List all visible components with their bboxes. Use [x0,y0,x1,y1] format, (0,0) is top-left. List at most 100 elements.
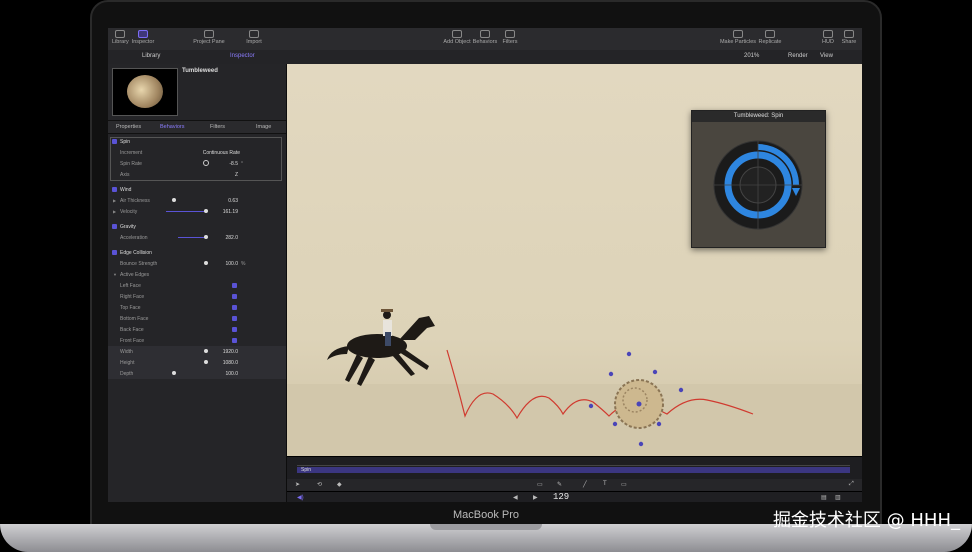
select-tool-icon[interactable]: ➤ [295,481,300,488]
behaviors-icon [480,30,490,38]
tumbleweed-thumbnail [127,75,163,108]
wind-header[interactable]: Wind [108,184,286,195]
watermark-text: 掘金技术社区 @ HHH_ [772,510,960,531]
disclosure-triangle-icon[interactable]: ▶ [113,209,116,214]
hud-icon [823,30,833,38]
effects-tool-icon[interactable]: ▭ [621,481,627,488]
disclosure-triangle-icon[interactable]: ▶ [113,198,116,203]
main-toolbar: Library Inspector Project Pane Import Ad… [108,28,862,51]
view-bar: Library Inspector 201% Render View [108,50,862,65]
import-icon [249,30,259,38]
bezier-tool-icon[interactable]: ✎ [557,481,562,488]
behavior-parameters: Spin Increment Continuous Rate Spin Rate -… [108,136,286,379]
laptop-notch [430,524,542,530]
shape-tool-icon[interactable]: ◆ [337,481,342,488]
play-backward-icon[interactable]: ◀ [513,494,518,501]
bottom-face-checkbox[interactable] [232,316,237,321]
bounce-strength-row: Bounce Strength 100.0% [120,261,246,267]
inspector-tabs: Properties Behaviors Filters Image [108,120,286,134]
tab-inspector[interactable]: Inspector [230,53,255,59]
render-menu[interactable]: Render [788,53,808,59]
horse-and-rider [327,309,435,386]
front-face-checkbox[interactable] [232,338,237,343]
tab-properties[interactable]: Properties [116,124,141,130]
left-face-row: Left Face [108,280,286,291]
front-face-row: Front Face [108,335,286,346]
audio-icon[interactable]: ◀) [297,494,304,501]
tab-filters[interactable]: Filters [210,124,225,130]
spin-timeline-bar[interactable]: Spin [297,467,850,473]
view-menu[interactable]: View [820,53,833,59]
play-icon[interactable]: ▶ [533,494,538,501]
spin-rate-value[interactable]: -8.5 [208,161,238,167]
spin-enable-checkbox[interactable] [112,139,117,144]
keyframe-icon[interactable]: ▥ [835,494,841,501]
library-icon [115,30,125,38]
line-tool-icon[interactable]: ╱ [583,481,587,488]
velocity-row: ▶ Velocity 161.19 [113,209,238,215]
increment-popup[interactable]: Continuous Rate [188,150,240,156]
axis-popup[interactable]: Z [208,172,238,178]
expand-icon[interactable]: ⤢ [849,481,854,488]
width-row: Width 1920.0 [108,346,286,357]
canvas-viewer[interactable]: Tumbleweed: Spin [287,64,862,456]
pan-tool-icon[interactable]: ⟲ [317,481,322,488]
hud-button[interactable]: HUD [820,30,836,45]
disclosure-triangle-open-icon[interactable]: ▼ [113,272,117,277]
top-face-row: Top Face [108,302,286,313]
text-tool-icon[interactable]: T [603,481,607,487]
edge-collision-header[interactable]: Edge Collision [108,247,286,258]
bottom-face-row: Bottom Face [108,313,286,324]
hud-title: Tumbleweed: Spin [692,111,825,122]
depth-slider[interactable] [172,371,176,375]
inspector-button[interactable]: Inspector [130,30,156,45]
add-object-button[interactable]: Add Object [442,30,472,45]
tab-behaviors[interactable]: Behaviors [160,124,184,130]
library-button[interactable]: Library [112,30,129,45]
zoom-menu[interactable]: 201% [744,53,759,59]
transport-bar: ◀) ◀ ▶ 129 ▤ ▥ [287,491,862,502]
acceleration-slider[interactable] [178,237,206,238]
back-face-row: Back Face [108,324,286,335]
replicate-button[interactable]: Replicate [756,30,784,45]
import-button[interactable]: Import [244,30,264,45]
behaviors-button[interactable]: Behaviors [472,30,498,45]
top-face-checkbox[interactable] [232,305,237,310]
back-face-checkbox[interactable] [232,327,237,332]
axis-row: Axis Z [120,172,238,178]
depth-row: Depth 100.0 [108,368,286,379]
inspector-panel: Tumbleweed Properties Behaviors Filters … [108,64,287,502]
tab-image[interactable]: Image [256,124,271,130]
mask-tool-icon[interactable]: ▭ [537,481,543,488]
wind-enable-checkbox[interactable] [112,187,117,192]
timeline-ruler[interactable] [297,459,850,466]
tab-library[interactable]: Library [142,53,160,59]
left-face-checkbox[interactable] [232,283,237,288]
spin-hud[interactable]: Tumbleweed: Spin [691,110,826,248]
gravity-header[interactable]: Gravity [108,221,286,232]
share-button[interactable]: Share [840,30,858,45]
spin-dial-control[interactable] [692,122,825,247]
edge-collision-enable-checkbox[interactable] [112,250,117,255]
right-face-checkbox[interactable] [232,294,237,299]
gravity-enable-checkbox[interactable] [112,224,117,229]
filters-button[interactable]: Filters [500,30,520,45]
right-face-row: Right Face [108,291,286,302]
filters-icon [505,30,515,38]
share-icon [844,30,854,38]
add-object-icon [452,30,462,38]
air-thickness-slider[interactable] [172,198,176,202]
make-particles-button[interactable]: Make Particles [718,30,758,45]
make-particles-icon [733,30,743,38]
spin-header[interactable]: Spin [108,136,286,147]
project-pane-button[interactable]: Project Pane [192,30,226,45]
active-edges-row[interactable]: ▼ Active Edges [108,269,286,280]
timeline-layout-icon[interactable]: ▤ [821,494,827,501]
acceleration-row: Acceleration 282.0 [120,235,238,241]
timeline-pane: Spin ➤ ⟲ ◆ ▭ ✎ ╱ T ▭ ⤢ ◀) ◀ ▶ 129 ▤ ▥ [287,456,862,502]
canvas-tools-bar: ➤ ⟲ ◆ ▭ ✎ ╱ T ▭ ⤢ [287,479,862,491]
velocity-slider[interactable] [166,211,206,212]
timecode-display[interactable]: 129 [553,492,569,502]
object-preview [112,68,178,116]
motion-app-window: Library Inspector Project Pane Import Ad… [108,28,862,502]
